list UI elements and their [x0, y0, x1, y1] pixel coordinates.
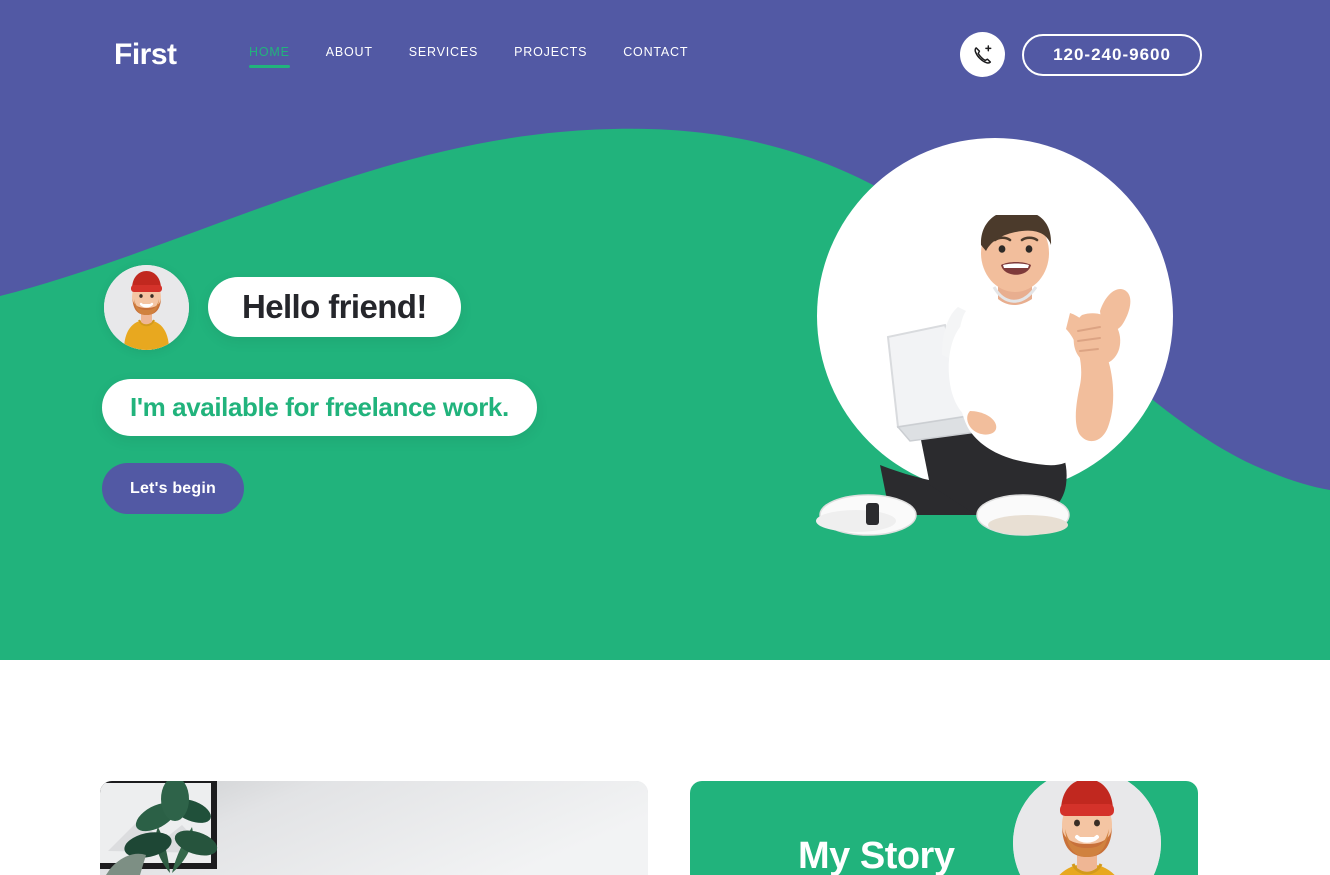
- my-story-title: My Story: [798, 835, 955, 875]
- my-story-card[interactable]: My Story: [690, 781, 1198, 875]
- hero-avatar: [104, 265, 189, 350]
- story-avatar: [1013, 781, 1161, 875]
- avatar-portrait-icon: [1013, 781, 1161, 875]
- hero-section: First HOME ABOUT SERVICES PROJECTS CONTA…: [0, 0, 1330, 660]
- phone-plus-icon: [973, 44, 991, 64]
- interior-photo-card[interactable]: [100, 781, 648, 875]
- hero-availability-text: I'm available for freelance work.: [130, 392, 509, 422]
- top-navigation-bar: First HOME ABOUT SERVICES PROJECTS CONTA…: [0, 0, 1330, 110]
- nav-links: HOME ABOUT SERVICES PROJECTS CONTACT: [249, 45, 688, 68]
- phone-plus-icon-button[interactable]: [960, 32, 1005, 77]
- hero-person-illustration: [816, 215, 1131, 536]
- site-logo[interactable]: First: [114, 38, 177, 72]
- lets-begin-button[interactable]: Let's begin: [102, 463, 244, 514]
- hero-greeting-bubble: Hello friend!: [208, 277, 461, 337]
- nav-item-about[interactable]: ABOUT: [326, 45, 373, 68]
- nav-item-contact[interactable]: CONTACT: [623, 45, 688, 68]
- cards-section: My Story: [0, 660, 1330, 875]
- nav-item-projects[interactable]: PROJECTS: [514, 45, 587, 68]
- landing-page: First HOME ABOUT SERVICES PROJECTS CONTA…: [0, 0, 1330, 875]
- nav-item-home[interactable]: HOME: [249, 45, 290, 68]
- nav-item-services[interactable]: SERVICES: [409, 45, 478, 68]
- avatar-portrait-icon: [104, 265, 189, 350]
- hero-availability-bubble: I'm available for freelance work.: [102, 379, 537, 436]
- hero-greeting-text: Hello friend!: [242, 288, 427, 325]
- interior-room-photo: [100, 781, 648, 875]
- phone-number-button[interactable]: 120-240-9600: [1022, 34, 1202, 76]
